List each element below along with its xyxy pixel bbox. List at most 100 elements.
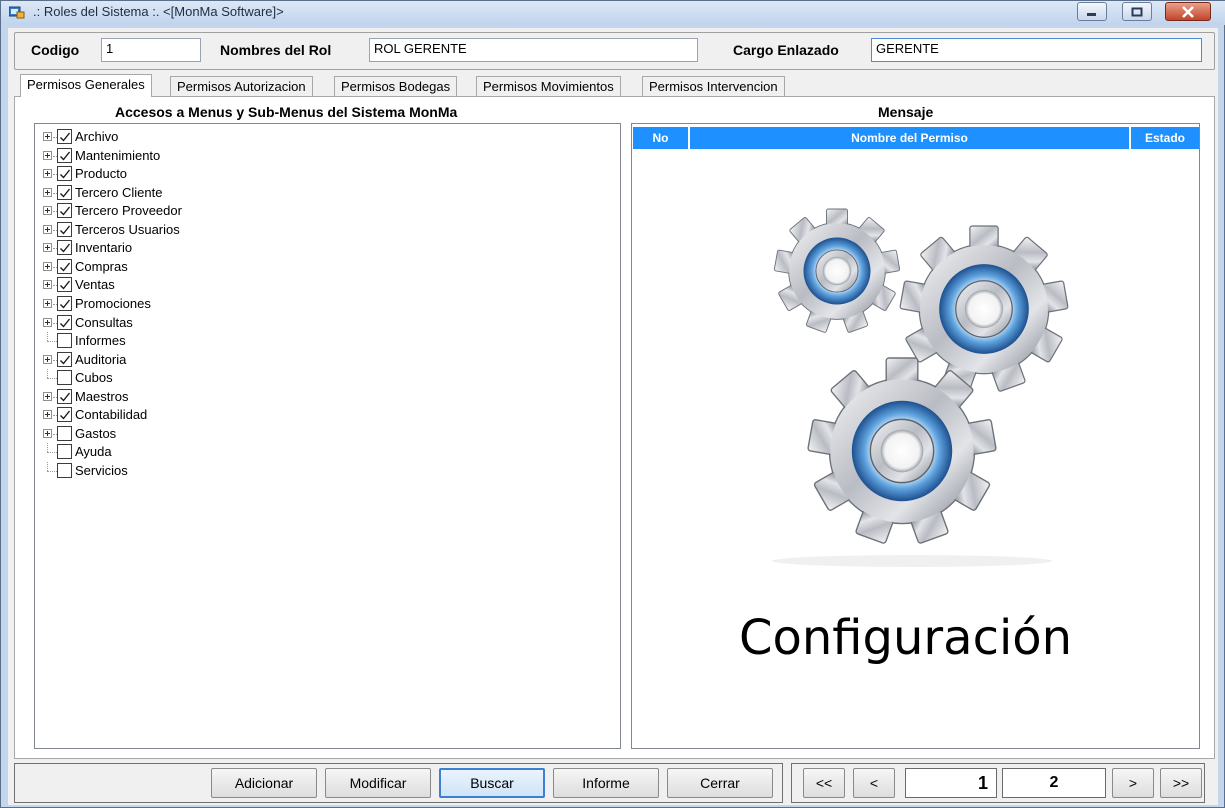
tree-item-label[interactable]: Contabilidad	[75, 407, 147, 422]
nombres-rol-field[interactable]: ROL GERENTE	[369, 38, 698, 62]
checkmark-icon	[60, 355, 71, 365]
column-header-no[interactable]: No	[633, 127, 688, 149]
next-page-button[interactable]: >	[1112, 768, 1154, 798]
tree-item[interactable]: Archivo	[43, 128, 343, 146]
tree-item[interactable]: Terceros Usuarios	[43, 221, 343, 239]
tree-item-label[interactable]: Cubos	[75, 370, 113, 385]
menu-access-tree[interactable]: Archivo Mantenimiento Producto Tercero Clie…	[34, 123, 621, 749]
tree-item[interactable]: Contabilidad	[43, 406, 343, 424]
tab-permisos-generales[interactable]: Permisos Generales	[20, 74, 152, 97]
tree-item[interactable]: Ventas	[43, 276, 343, 294]
tree-item-label[interactable]: Informes	[75, 333, 126, 348]
tree-item[interactable]: Cubos	[43, 369, 343, 387]
tree-checkbox[interactable]	[57, 333, 72, 349]
cerrar-button[interactable]: Cerrar	[667, 768, 773, 798]
tree-item-label[interactable]: Promociones	[75, 296, 151, 311]
expand-icon[interactable]	[43, 224, 52, 234]
tree-checkbox[interactable]	[57, 203, 72, 219]
expand-icon[interactable]	[43, 280, 52, 290]
tree-item[interactable]: Promociones	[43, 295, 343, 313]
expand-icon[interactable]	[43, 317, 52, 327]
tree-item[interactable]: Informes	[43, 332, 343, 350]
tree-item[interactable]: Tercero Cliente	[43, 184, 343, 202]
tree-item-label[interactable]: Tercero Cliente	[75, 185, 162, 200]
expand-icon[interactable]	[43, 206, 52, 216]
tree-checkbox[interactable]	[57, 351, 72, 367]
tree-item-label[interactable]: Servicios	[75, 463, 128, 478]
codigo-label: Codigo	[31, 42, 80, 58]
tree-item-label[interactable]: Mantenimiento	[75, 148, 160, 163]
expand-icon[interactable]	[43, 354, 52, 364]
maximize-button[interactable]	[1122, 2, 1152, 21]
tree-checkbox[interactable]	[57, 258, 72, 274]
tree-item[interactable]: Maestros	[43, 388, 343, 406]
tree-checkbox[interactable]	[57, 295, 72, 311]
expand-icon[interactable]	[43, 169, 52, 179]
adicionar-button[interactable]: Adicionar	[211, 768, 317, 798]
tree-item[interactable]: Auditoria	[43, 351, 343, 369]
tree-item[interactable]: Ayuda	[43, 443, 343, 461]
tree-item-label[interactable]: Ventas	[75, 277, 115, 292]
expand-icon[interactable]	[43, 150, 52, 160]
tree-item-label[interactable]: Auditoria	[75, 352, 126, 367]
tree-item[interactable]: Tercero Proveedor	[43, 202, 343, 220]
tree-item[interactable]: Inventario	[43, 239, 343, 257]
expand-icon[interactable]	[43, 243, 52, 253]
tree-item[interactable]: Consultas	[43, 314, 343, 332]
tree-checkbox[interactable]	[57, 370, 72, 386]
tree-item-label[interactable]: Archivo	[75, 129, 118, 144]
tree-item[interactable]: Mantenimiento	[43, 147, 343, 165]
modificar-button[interactable]: Modificar	[325, 768, 431, 798]
tree-item[interactable]: Servicios	[43, 461, 343, 480]
first-page-button[interactable]: <<	[803, 768, 845, 798]
tree-checkbox[interactable]	[57, 147, 72, 163]
tree-checkbox[interactable]	[57, 129, 72, 144]
last-page-button[interactable]: >>	[1160, 768, 1202, 798]
tree-item-label[interactable]: Tercero Proveedor	[75, 203, 182, 218]
tree-item-label[interactable]: Consultas	[75, 315, 133, 330]
tree-checkbox[interactable]	[57, 462, 72, 478]
tree-item-label[interactable]: Gastos	[75, 426, 116, 441]
title-bar[interactable]: .: Roles del Sistema :. <[MonMa Software…	[1, 1, 1225, 25]
current-page-field[interactable]: 1	[905, 768, 997, 798]
tree-item[interactable]: Producto	[43, 165, 343, 183]
tree-item-label[interactable]: Producto	[75, 166, 127, 181]
tab-permisos-autorizacion[interactable]: Permisos Autorizacion	[170, 76, 313, 96]
expand-icon[interactable]	[43, 132, 52, 141]
cargo-enlazado-field[interactable]: GERENTE	[871, 38, 1202, 62]
minimize-button[interactable]	[1077, 2, 1107, 21]
close-window-button[interactable]	[1165, 2, 1211, 21]
tab-permisos-intervencion[interactable]: Permisos Intervencion	[642, 76, 785, 96]
expand-icon[interactable]	[43, 298, 52, 308]
tree-item-label[interactable]: Terceros Usuarios	[75, 222, 180, 237]
tree-checkbox[interactable]	[57, 407, 72, 423]
expand-icon[interactable]	[43, 391, 52, 401]
expand-icon[interactable]	[43, 410, 52, 420]
expand-icon[interactable]	[43, 261, 52, 271]
column-header-nombre-permiso[interactable]: Nombre del Permiso	[690, 127, 1129, 149]
tree-item-label[interactable]: Compras	[75, 259, 128, 274]
previous-page-button[interactable]: <	[853, 768, 895, 798]
informe-button[interactable]: Informe	[553, 768, 659, 798]
expand-icon[interactable]	[43, 428, 52, 438]
expand-icon[interactable]	[43, 187, 52, 197]
tree-item[interactable]: Compras	[43, 258, 343, 276]
tab-permisos-movimientos[interactable]: Permisos Movimientos	[476, 76, 621, 96]
buscar-button[interactable]: Buscar	[439, 768, 545, 798]
codigo-field[interactable]: 1	[101, 38, 201, 62]
tree-checkbox[interactable]	[57, 388, 72, 404]
tree-checkbox[interactable]	[57, 444, 72, 460]
tree-checkbox[interactable]	[57, 277, 72, 293]
column-header-estado[interactable]: Estado	[1131, 127, 1199, 149]
tree-item-label[interactable]: Maestros	[75, 389, 128, 404]
tree-checkbox[interactable]	[57, 240, 72, 256]
tree-checkbox[interactable]	[57, 221, 72, 237]
tree-checkbox[interactable]	[57, 425, 72, 441]
tree-item[interactable]: Gastos	[43, 425, 343, 443]
tree-checkbox[interactable]	[57, 184, 72, 200]
tree-item-label[interactable]: Inventario	[75, 240, 132, 255]
tree-item-label[interactable]: Ayuda	[75, 444, 112, 459]
tree-checkbox[interactable]	[57, 314, 72, 330]
tab-permisos-bodegas[interactable]: Permisos Bodegas	[334, 76, 458, 96]
tree-checkbox[interactable]	[57, 166, 72, 182]
